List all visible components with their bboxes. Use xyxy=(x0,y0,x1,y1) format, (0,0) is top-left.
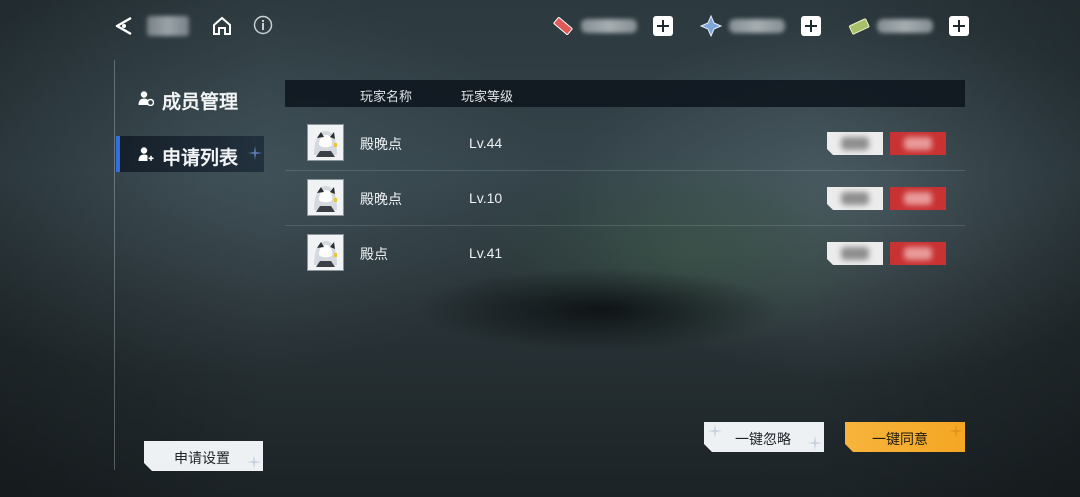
top-bar xyxy=(0,0,1080,54)
player-level: Lv.44 xyxy=(469,135,503,151)
player-name: 殿点 xyxy=(360,246,388,262)
blurred-button-label xyxy=(841,247,869,260)
sparkle-decoration-icon xyxy=(949,424,963,438)
side-menu-label: 成员管理 xyxy=(162,92,239,113)
avatar-portrait-icon xyxy=(308,180,343,215)
side-menu-label: 申请列表 xyxy=(162,148,239,169)
avatar-portrait-icon xyxy=(308,235,343,270)
player-name: 殿晚点 xyxy=(360,191,402,207)
player-level: Lv.41 xyxy=(469,245,503,261)
crystal-currency-icon xyxy=(699,14,723,38)
blurred-title xyxy=(147,16,189,36)
cash-currency-icon xyxy=(848,18,870,35)
blurred-button-label xyxy=(904,192,932,205)
currency-ticket xyxy=(551,14,675,38)
ignore-button[interactable] xyxy=(827,242,883,265)
side-menu-divider xyxy=(114,60,115,470)
player-avatar[interactable] xyxy=(307,124,344,161)
back-button[interactable] xyxy=(113,15,135,37)
table-row: 殿晚点 Lv.10 xyxy=(285,171,965,226)
accept-all-button[interactable]: 一键同意 xyxy=(845,422,965,452)
application-settings-button[interactable]: 申请设置 xyxy=(144,441,263,471)
blurred-currency-value xyxy=(729,19,785,33)
info-icon xyxy=(253,15,273,35)
currency-cash xyxy=(847,14,971,38)
accept-button[interactable] xyxy=(890,242,946,265)
button-label: 一键同意 xyxy=(872,431,928,447)
column-header-level: 玩家等级 xyxy=(461,89,514,104)
ignore-button[interactable] xyxy=(827,187,883,210)
back-arrow-icon xyxy=(115,16,132,36)
add-cash-button[interactable] xyxy=(949,16,969,36)
player-name: 殿晚点 xyxy=(360,136,402,152)
sparkle-decoration-icon xyxy=(808,436,822,450)
home-icon xyxy=(213,16,231,35)
sparkle-decoration-icon xyxy=(708,424,722,438)
column-header-name: 玩家名称 xyxy=(360,89,413,104)
blurred-button-label xyxy=(904,137,932,150)
side-menu-item-apply-list[interactable]: 申请列表 xyxy=(116,136,264,172)
table-header: 玩家名称 玩家等级 xyxy=(285,80,965,107)
home-button[interactable] xyxy=(211,15,233,37)
side-menu-item-members[interactable]: 成员管理 xyxy=(116,80,264,116)
blurred-button-label xyxy=(841,137,869,150)
blurred-currency-value xyxy=(877,19,933,33)
player-avatar[interactable] xyxy=(307,179,344,216)
player-level: Lv.10 xyxy=(469,190,503,206)
blurred-button-label xyxy=(904,247,932,260)
accept-button[interactable] xyxy=(890,132,946,155)
blurred-currency-value xyxy=(581,19,637,33)
sparkle-decoration-icon xyxy=(248,146,262,160)
button-label: 一键忽略 xyxy=(735,431,791,447)
add-crystal-button[interactable] xyxy=(801,16,821,36)
currency-crystal xyxy=(699,14,823,38)
member-manage-icon xyxy=(138,91,154,106)
apply-list-icon xyxy=(138,147,154,161)
button-label: 申请设置 xyxy=(174,450,230,466)
table-row: 殿晚点 Lv.44 xyxy=(285,116,965,171)
accept-button[interactable] xyxy=(890,187,946,210)
info-button[interactable] xyxy=(253,15,273,35)
ignore-all-button[interactable]: 一键忽略 xyxy=(704,422,824,452)
table-row: 殿点 Lv.41 xyxy=(285,226,965,280)
ticket-currency-icon xyxy=(553,17,573,35)
avatar-portrait-icon xyxy=(308,125,343,160)
blurred-button-label xyxy=(841,192,869,205)
add-ticket-button[interactable] xyxy=(653,16,673,36)
ignore-button[interactable] xyxy=(827,132,883,155)
sparkle-decoration-icon xyxy=(247,455,261,469)
player-avatar[interactable] xyxy=(307,234,344,271)
